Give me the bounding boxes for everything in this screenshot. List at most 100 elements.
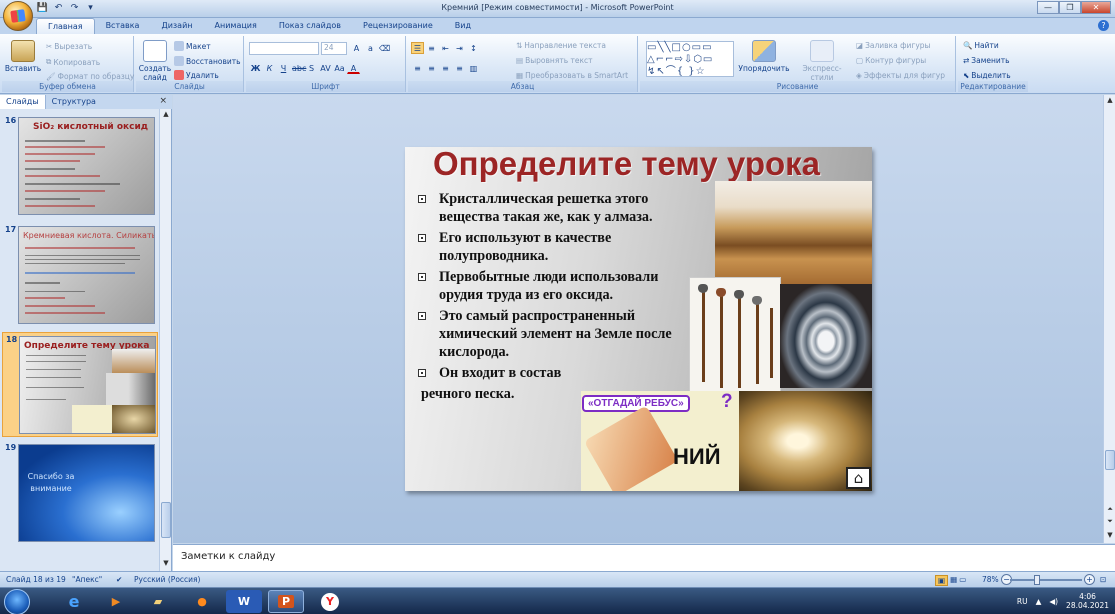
firefox-icon[interactable]: ● <box>184 590 220 613</box>
shape-effects-button[interactable]: ◈ Эффекты для фигур <box>856 71 945 80</box>
layout-button[interactable]: Макет <box>174 41 211 51</box>
find-button[interactable]: 🔍 Найти <box>963 41 999 50</box>
notes-pane[interactable]: Заметки к слайду <box>173 544 1115 571</box>
tab-home[interactable]: Главная <box>36 18 95 34</box>
tray-arrow-icon[interactable]: ▲ <box>1036 597 1042 606</box>
grow-font-icon[interactable]: A <box>350 42 363 54</box>
slideshow-view-icon[interactable]: ▭ <box>959 575 966 586</box>
normal-view-icon[interactable]: ▣ <box>935 575 949 586</box>
internet-explorer-icon[interactable]: e <box>56 590 92 613</box>
select-button[interactable]: ⬉ Выделить <box>963 71 1011 80</box>
word-icon[interactable]: W <box>226 590 262 613</box>
tab-outline[interactable]: Структура <box>46 95 102 109</box>
paste-button[interactable]: Вставить <box>5 40 41 73</box>
powerpoint-icon[interactable]: P <box>268 590 304 613</box>
scroll-up-icon[interactable]: ▲ <box>1105 96 1115 104</box>
new-slide-button[interactable]: Создать слайд <box>138 40 172 82</box>
font-color-icon[interactable]: A <box>347 62 360 74</box>
next-slide-icon[interactable]: ⏷ <box>1105 517 1115 526</box>
cut-button[interactable]: ✂ Вырезать <box>46 42 92 51</box>
spellcheck-icon[interactable]: ✔ <box>116 575 122 584</box>
align-text-button[interactable]: ▤ Выровнять текст <box>516 56 593 65</box>
align-right-icon[interactable]: ≡ <box>439 62 452 74</box>
home-icon[interactable]: ⌂ <box>846 467 871 489</box>
bold-icon[interactable]: Ж <box>249 62 262 74</box>
bullets-icon[interactable]: ☰ <box>411 42 424 54</box>
increase-indent-icon[interactable]: ⇥ <box>453 42 466 54</box>
font-name-box[interactable] <box>249 42 319 55</box>
slide-title[interactable]: Определите тему урока <box>433 147 820 183</box>
fit-slide-icon[interactable]: ⊡ <box>1100 575 1106 584</box>
language-indicator[interactable]: Русский (Россия) <box>134 575 200 584</box>
format-painter-button[interactable]: 🖌 Формат по образцу <box>46 72 134 81</box>
zoom-in-icon[interactable]: + <box>1084 574 1095 585</box>
close-panel-icon[interactable]: × <box>159 96 167 106</box>
scroll-thumb[interactable] <box>1105 450 1115 470</box>
minimize-button[interactable]: — <box>1037 1 1059 14</box>
panel-scrollbar[interactable]: ▲ ▼ <box>159 109 171 571</box>
canvas-scrollbar[interactable]: ▲ ⏶ ⏷ ▼ <box>1103 95 1115 543</box>
help-icon[interactable]: ? <box>1098 20 1109 31</box>
decrease-indent-icon[interactable]: ⇤ <box>439 42 452 54</box>
font-size-box[interactable]: 24 <box>321 42 347 55</box>
quick-styles-button[interactable]: Экспресс-стили <box>792 40 852 82</box>
tab-insert[interactable]: Вставка <box>95 18 151 34</box>
shadow-icon[interactable]: S <box>305 62 318 74</box>
case-icon[interactable]: Aa <box>333 62 346 74</box>
sorter-view-icon[interactable]: ▦ <box>950 575 957 586</box>
agate-image[interactable] <box>780 284 872 388</box>
arrange-button[interactable]: Упорядочить <box>738 40 790 73</box>
slide-thumbnail-selected[interactable]: 18 Определите тему урока <box>2 332 158 437</box>
office-button[interactable] <box>3 1 33 31</box>
volume-icon[interactable]: ◀) <box>1049 597 1058 606</box>
scroll-down-icon[interactable]: ▼ <box>1105 531 1115 539</box>
tab-design[interactable]: Дизайн <box>150 18 203 34</box>
tab-slides[interactable]: Слайды <box>0 95 46 109</box>
tab-review[interactable]: Рецензирование <box>352 18 444 34</box>
shrink-font-icon[interactable]: a <box>364 42 377 54</box>
media-player-icon[interactable]: ▶ <box>98 590 134 613</box>
spacing-icon[interactable]: AV <box>319 62 332 74</box>
maximize-button[interactable]: ❐ <box>1059 1 1081 14</box>
delete-slide-button[interactable]: Удалить <box>174 70 219 80</box>
bullet-list[interactable]: Кристаллическая решетка этого вещества т… <box>417 190 687 406</box>
slide[interactable]: Определите тему урока Кристаллическая ре… <box>405 147 872 491</box>
tab-slideshow[interactable]: Показ слайдов <box>268 18 352 34</box>
italic-icon[interactable]: К <box>263 62 276 74</box>
tab-animation[interactable]: Анимация <box>204 18 268 34</box>
columns-icon[interactable]: ▥ <box>467 62 480 74</box>
stone-tools-image[interactable] <box>689 277 781 393</box>
scroll-down-icon[interactable]: ▼ <box>161 559 171 567</box>
language-indicator[interactable]: RU <box>1017 597 1028 606</box>
align-left-icon[interactable]: ≡ <box>411 62 424 74</box>
zoom-slider-handle[interactable] <box>1034 575 1040 585</box>
notes-placeholder[interactable]: Заметки к слайду <box>181 551 275 562</box>
shapes-gallery[interactable]: ▭╲╲□○▭▭ △⌐⌐⇨⇩⬡▭ ↯↖⌒{ }☆ <box>646 41 734 77</box>
scroll-thumb[interactable] <box>161 502 171 538</box>
scroll-up-icon[interactable]: ▲ <box>161 110 171 118</box>
zoom-slider[interactable] <box>1010 579 1082 581</box>
shape-outline-button[interactable]: ▢ Контур фигуры <box>856 56 926 65</box>
slide-thumbnail[interactable]: 17 Кремниевая кислота. Силикаты <box>2 223 158 328</box>
underline-icon[interactable]: Ч <box>277 62 290 74</box>
align-center-icon[interactable]: ≡ <box>425 62 438 74</box>
rebus-image[interactable]: «ОТГАДАЙ РЕБУС» ? НИЙ <box>581 391 739 491</box>
tab-view[interactable]: Вид <box>444 18 482 34</box>
zoom-level[interactable]: 78% <box>982 575 999 584</box>
numbering-icon[interactable]: ≡ <box>425 42 438 54</box>
slide-thumbnail[interactable]: 19 Спасибо за внимание <box>2 441 158 546</box>
yandex-browser-icon[interactable]: Y <box>312 590 348 613</box>
replace-button[interactable]: ⇄ Заменить <box>963 56 1010 65</box>
strikethrough-icon[interactable]: abc <box>291 62 306 74</box>
copy-button[interactable]: ⧉ Копировать <box>46 57 100 67</box>
close-button[interactable]: ✕ <box>1081 1 1111 14</box>
prev-slide-icon[interactable]: ⏶ <box>1105 505 1115 514</box>
clear-format-icon[interactable]: ⌫ <box>378 42 391 54</box>
justify-icon[interactable]: ≡ <box>453 62 466 74</box>
slide-thumbnail[interactable]: 16 SiO₂ кислотный оксид <box>2 114 158 219</box>
smartart-button[interactable]: ▦ Преобразовать в SmartArt <box>516 71 628 80</box>
text-direction-button[interactable]: ⇅ Направление текста <box>516 41 606 50</box>
folder-icon[interactable]: ▰ <box>140 590 176 613</box>
reset-button[interactable]: Восстановить <box>174 56 241 66</box>
line-spacing-icon[interactable]: ↕ <box>467 42 480 54</box>
